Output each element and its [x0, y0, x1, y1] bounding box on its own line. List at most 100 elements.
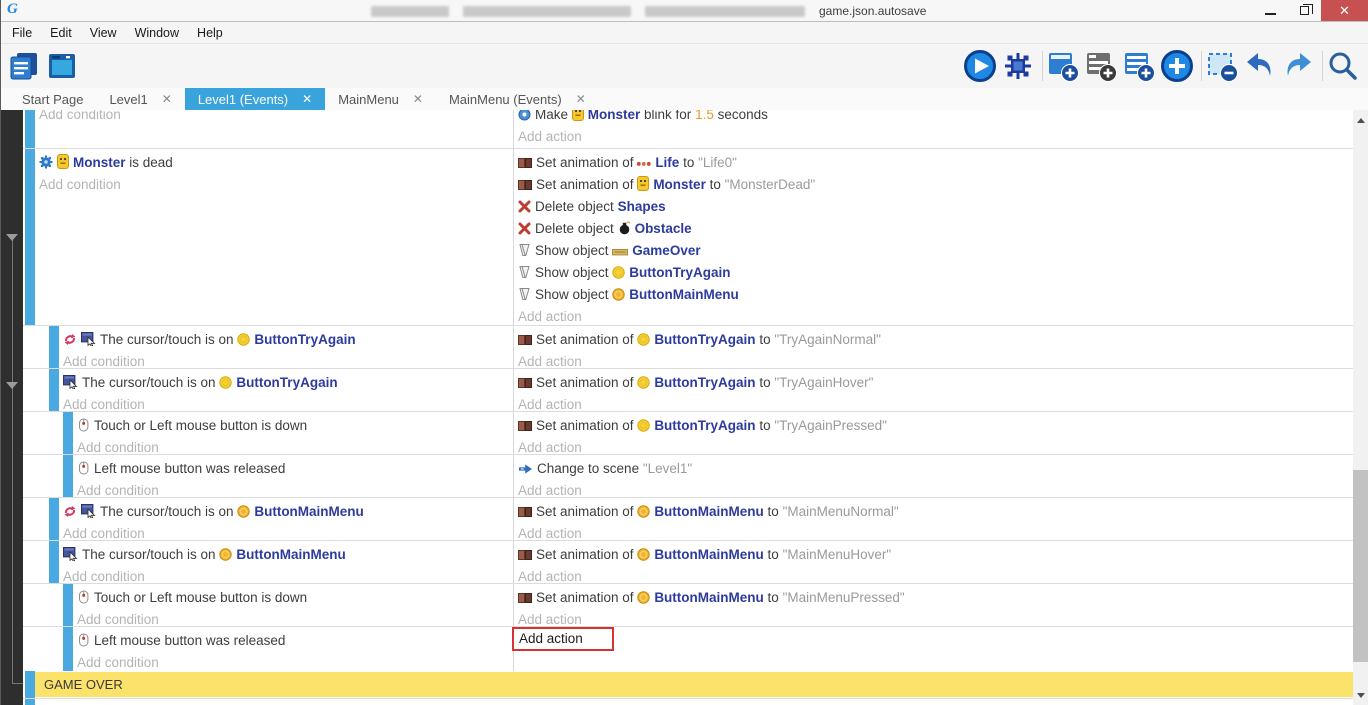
action-line[interactable]: Set animation of Life to "Life0" — [518, 152, 1353, 174]
tab-close-icon[interactable]: ✕ — [302, 92, 312, 106]
add-action-link[interactable]: Add action — [518, 354, 582, 368]
action-line[interactable]: Set animation of ButtonMainMenu to "Main… — [518, 587, 1353, 609]
add-action-link[interactable]: Add action — [518, 526, 582, 540]
event-bar[interactable] — [25, 671, 35, 698]
action-line[interactable]: Show object ButtonTryAgain — [518, 262, 1353, 284]
condition-line[interactable]: Left mouse button was released — [77, 630, 513, 652]
add-action-link[interactable]: Add action — [518, 612, 582, 626]
text-segment: ButtonTryAgain — [654, 418, 755, 433]
coin-yellow-icon — [219, 376, 232, 389]
add-condition-link[interactable]: Add condition — [63, 526, 145, 540]
add-condition-link[interactable]: Add condition — [63, 569, 145, 583]
add-action-link[interactable]: Add action — [518, 309, 582, 324]
add-condition-link[interactable]: Add condition — [39, 110, 121, 122]
show-icon — [518, 287, 531, 301]
condition-line[interactable]: The cursor/touch is on ButtonTryAgain — [63, 372, 513, 394]
anim-icon — [518, 420, 532, 432]
scroll-down-arrow[interactable] — [1353, 687, 1368, 703]
add-condition-link[interactable]: Add condition — [39, 177, 121, 192]
fold-arrow-icon[interactable] — [6, 234, 18, 241]
add-action-link-highlighted[interactable]: Add action — [512, 627, 614, 651]
text-segment: GameOver — [632, 243, 700, 258]
action-line[interactable]: Set animation of ButtonTryAgain to "TryA… — [518, 415, 1353, 437]
fold-arrow-icon[interactable] — [6, 382, 18, 389]
text-segment: Set animation of — [536, 547, 637, 562]
add-external-layout-button[interactable] — [1122, 49, 1160, 83]
vertical-scrollbar[interactable] — [1353, 110, 1368, 705]
add-condition-link[interactable]: Add condition — [77, 440, 159, 454]
action-line[interactable]: Show object GameOver — [518, 240, 1353, 262]
menu-edit[interactable]: Edit — [41, 24, 81, 42]
menu-window[interactable]: Window — [126, 24, 188, 42]
menu-file[interactable]: File — [3, 24, 41, 42]
restore-button[interactable] — [1287, 0, 1321, 21]
event-bar[interactable] — [25, 699, 35, 705]
condition-line[interactable]: The cursor/touch is on ButtonMainMenu — [63, 544, 513, 566]
action-line[interactable]: Set animation of ButtonMainMenu to "Main… — [518, 501, 1353, 523]
action-line[interactable]: Delete object Obstacle — [518, 218, 1353, 240]
comment-text[interactable]: GAME OVER — [35, 672, 1353, 697]
add-action-line: Add action — [518, 523, 1353, 540]
play-button[interactable] — [963, 49, 1001, 83]
scene-editor-button[interactable] — [45, 49, 83, 83]
search-button[interactable] — [1326, 49, 1364, 83]
tab-mainmenu[interactable]: MainMenu✕ — [325, 88, 436, 110]
scrollbar-thumb[interactable] — [1353, 470, 1368, 662]
coin-orange-icon — [612, 288, 625, 301]
action-line[interactable]: Set animation of ButtonTryAgain to "TryA… — [518, 372, 1353, 394]
tab-level1[interactable]: Level1✕ — [96, 88, 184, 110]
menu-view[interactable]: View — [81, 24, 126, 42]
condition-line[interactable]: Left mouse button was released — [77, 458, 513, 480]
actions-cell: Make Monster blink for 1.5 seconds Add ac… — [513, 110, 1353, 148]
action-line[interactable]: Set animation of ButtonTryAgain to "TryA… — [518, 329, 1353, 351]
deselect-button[interactable] — [1205, 49, 1243, 83]
action-line[interactable]: Set animation of ButtonMainMenu to "Main… — [518, 544, 1353, 566]
project-manager-button[interactable] — [7, 49, 45, 83]
action-line[interactable]: Set animation of Monster to "MonsterDead… — [518, 174, 1353, 196]
add-condition-link[interactable]: Add condition — [63, 397, 145, 411]
conditions-cell: Monster is dead Add condition — [23, 149, 513, 325]
condition-line[interactable]: Touch or Left mouse button is down — [77, 587, 513, 609]
action-line[interactable]: Delete object Shapes — [518, 196, 1353, 218]
add-action-link[interactable]: Add action — [518, 569, 582, 583]
action-line[interactable]: Show object ButtonMainMenu — [518, 284, 1353, 306]
add-object-button[interactable] — [1160, 49, 1198, 83]
condition-line[interactable]: The cursor/touch is on ButtonMainMenu — [63, 501, 513, 523]
tab-close-icon[interactable]: ✕ — [413, 92, 423, 106]
action-line[interactable]: Make Monster blink for 1.5 seconds — [518, 110, 1353, 126]
add-action-link[interactable]: Add action — [518, 129, 582, 144]
menu-help[interactable]: Help — [188, 24, 232, 42]
tab-close-icon[interactable]: ✕ — [576, 92, 586, 106]
add-scene-button[interactable] — [1046, 49, 1084, 83]
tab-start-page[interactable]: Start Page — [9, 88, 96, 110]
add-condition-line: Add condition — [63, 351, 513, 368]
actions-cell: Set animation of ButtonMainMenu to "Main… — [513, 584, 1353, 626]
condition-line[interactable]: Touch or Left mouse button is down — [77, 415, 513, 437]
add-action-link[interactable]: Add action — [518, 397, 582, 411]
add-condition-link[interactable]: Add condition — [63, 354, 145, 368]
add-condition-link[interactable]: Add condition — [77, 655, 159, 670]
add-action-link[interactable]: Add action — [518, 440, 582, 454]
search-icon — [1327, 50, 1359, 82]
text-segment: to — [756, 332, 775, 347]
add-condition-link[interactable]: Add condition — [77, 612, 159, 626]
minimize-button[interactable] — [1253, 0, 1287, 21]
condition-line[interactable]: The cursor/touch is on ButtonTryAgain — [63, 329, 513, 351]
debug-button[interactable] — [1001, 49, 1039, 83]
add-external-events-button[interactable] — [1084, 49, 1122, 83]
tab-mainmenu-events-[interactable]: MainMenu (Events)✕ — [436, 88, 599, 110]
close-button[interactable]: ✕ — [1321, 0, 1368, 21]
cursor-on-icon — [63, 547, 78, 561]
add-action-link[interactable]: Add action — [518, 483, 582, 497]
redo-button[interactable] — [1281, 49, 1319, 83]
tab-level1-events-[interactable]: Level1 (Events)✕ — [185, 88, 325, 110]
add-action-line: Add action — [518, 566, 1353, 583]
undo-button[interactable] — [1243, 49, 1281, 83]
tab-close-icon[interactable]: ✕ — [162, 92, 172, 106]
add-condition-link[interactable]: Add condition — [77, 483, 159, 497]
delete-icon — [518, 222, 531, 235]
action-line[interactable]: Change to scene "Level1" — [518, 458, 1353, 480]
condition-line[interactable]: Monster is dead — [39, 152, 513, 174]
text-segment: "Life0" — [698, 155, 737, 170]
scroll-up-arrow[interactable] — [1353, 112, 1368, 128]
